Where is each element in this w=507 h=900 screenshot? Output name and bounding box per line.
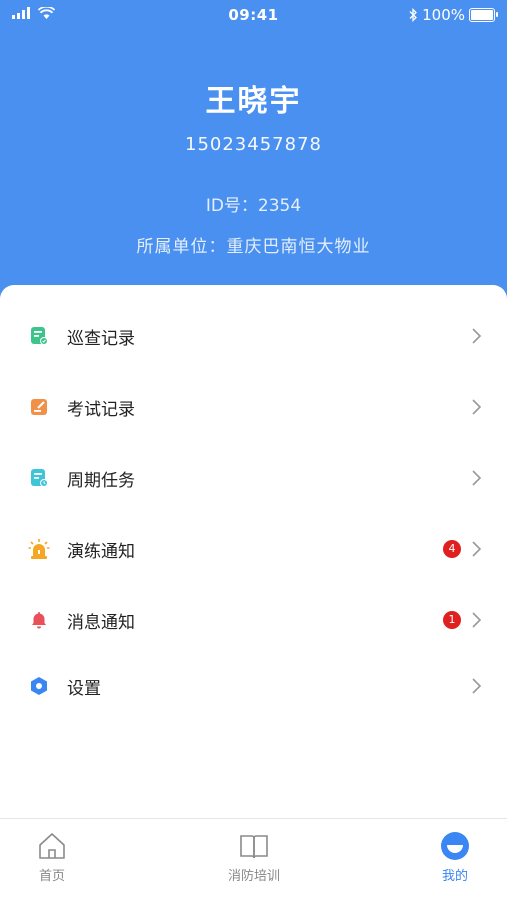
menu-item-patrol-record[interactable]: 巡查记录 [0, 311, 507, 361]
notification-badge: 4 [443, 540, 461, 558]
tab-home[interactable]: 首页 [0, 831, 107, 884]
menu-label: 演练通知 [67, 541, 135, 562]
chevron-right-icon [472, 541, 482, 557]
tab-fire-training[interactable]: 消防培训 [199, 831, 309, 884]
user-name: 王晓宇 [205, 84, 302, 119]
patrol-record-icon [28, 325, 50, 347]
menu-item-settings[interactable]: 设置 [0, 661, 507, 711]
settings-icon [28, 675, 50, 697]
status-right: 100% [409, 6, 498, 24]
alarm-light-icon [28, 538, 50, 560]
book-icon [240, 835, 268, 859]
notification-badge: 1 [443, 611, 461, 629]
menu-item-exam-record[interactable]: 考试记录 [0, 382, 507, 432]
menu-item-periodic-task[interactable]: 周期任务 [0, 453, 507, 503]
home-icon [39, 833, 65, 859]
chevron-right-icon [472, 678, 482, 694]
menu-label: 周期任务 [67, 470, 135, 491]
user-id: ID号：2354 [205, 196, 302, 216]
screen: 09:41 100% 王晓宇 15023457878 ID号：2354 所属单位… [0, 0, 507, 900]
profile-header: 王晓宇 15023457878 ID号：2354 所属单位：重庆巴南恒大物业 [0, 60, 507, 257]
chevron-right-icon [472, 470, 482, 486]
menu-label: 巡查记录 [67, 328, 135, 349]
tab-label: 我的 [441, 869, 468, 884]
chevron-right-icon [472, 399, 482, 415]
menu-label: 消息通知 [67, 612, 135, 633]
battery-percent: 100% [422, 6, 465, 24]
menu-label: 考试记录 [67, 399, 135, 420]
status-bar: 09:41 100% [0, 0, 507, 30]
exam-record-icon [28, 396, 50, 418]
user-unit: 所属单位：重庆巴南恒大物业 [136, 237, 371, 257]
chevron-right-icon [472, 612, 482, 628]
bell-icon [28, 609, 50, 631]
menu-item-drill-notice[interactable]: 演练通知 4 [0, 524, 507, 574]
tab-bar: 首页 消防培训 我的 [0, 818, 507, 900]
user-phone: 15023457878 [185, 134, 322, 155]
battery-icon [469, 8, 498, 22]
bluetooth-icon [409, 8, 418, 22]
tab-label: 消防培训 [227, 869, 280, 884]
menu-item-message-notice[interactable]: 消息通知 1 [0, 595, 507, 645]
menu-card: 巡查记录 考试记录 周期任务 演练通知 4 消息通知 1 设置 [0, 285, 507, 825]
profile-icon [441, 832, 469, 860]
chevron-right-icon [472, 328, 482, 344]
tab-mine[interactable]: 我的 [400, 831, 507, 884]
tab-label: 首页 [38, 869, 65, 884]
menu-label: 设置 [67, 678, 101, 699]
periodic-task-icon [28, 467, 50, 489]
